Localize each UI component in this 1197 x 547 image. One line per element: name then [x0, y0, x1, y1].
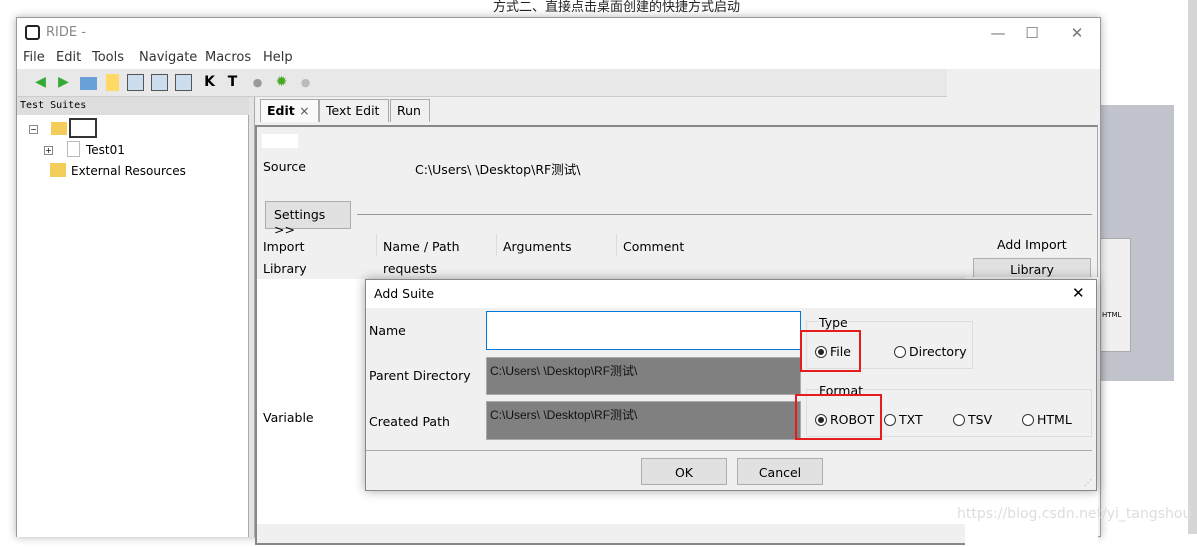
menu-tools[interactable]: Tools [92, 50, 124, 65]
cell-name[interactable]: requests [383, 261, 437, 276]
expand-icon[interactable]: + [44, 146, 53, 155]
radio-file[interactable]: File [815, 344, 851, 359]
created-path-field: C:\Users\ \Desktop\RF测试\ [486, 401, 801, 440]
radio-icon [815, 345, 827, 358]
document-text: 方式二、直接点击桌面创建的快捷方式启动 [493, 0, 741, 15]
test-search-icon[interactable]: T [224, 74, 241, 91]
variable-label: Variable [263, 410, 314, 425]
menu-edit[interactable]: Edit [56, 50, 81, 65]
table-header [257, 234, 965, 257]
parent-directory-label: Parent Directory [369, 368, 471, 383]
close-button[interactable]: ✕ [1062, 22, 1092, 44]
radio-icon [815, 413, 827, 426]
source-label: Source [263, 159, 306, 174]
open-icon[interactable] [80, 77, 97, 90]
watermark: https://blog.csdn.net/yi_tangshou [957, 506, 1192, 522]
background-dialog: HTML [1100, 238, 1131, 352]
table-row[interactable]: Library requests [257, 257, 965, 279]
folder-icon [51, 122, 67, 135]
save-all-icon[interactable] [151, 74, 168, 91]
divider [357, 214, 1092, 215]
col-name-path: Name / Path [383, 239, 460, 254]
menu-macros[interactable]: Macros [205, 50, 251, 65]
back-icon[interactable]: ◀ [32, 74, 49, 91]
tab-run[interactable]: Run [390, 99, 430, 122]
dialog-close-button[interactable]: ✕ [1072, 284, 1085, 302]
radio-label: Directory [909, 344, 967, 359]
tab-edit[interactable]: Edit × [260, 99, 319, 122]
forward-icon[interactable]: ▶ [55, 74, 72, 91]
type-label: Type [819, 315, 848, 330]
col-import: Import [263, 239, 305, 254]
file-icon [67, 141, 80, 157]
col-comment: Comment [623, 239, 685, 254]
radio-icon [894, 345, 906, 358]
close-tab-icon[interactable]: × [299, 103, 309, 118]
source-value: C:\Users\ \Desktop\RF测试\ [415, 162, 581, 177]
radio-label: TSV [968, 412, 993, 427]
radio-txt[interactable]: TXT [884, 412, 923, 427]
tree-item-test01[interactable]: Test01 [86, 143, 125, 157]
radio-label: TXT [899, 412, 923, 427]
radio-tsv[interactable]: TSV [953, 412, 992, 427]
test-suites-panel: Test Suites − + Test01 External Resource… [17, 97, 249, 537]
page-scrollbar [1188, 0, 1197, 534]
radio-directory[interactable]: Directory [894, 344, 967, 359]
ride-logo-icon [25, 25, 40, 40]
radio-icon [884, 413, 896, 426]
collapse-icon[interactable]: − [29, 125, 38, 134]
root-suite-item[interactable] [69, 118, 97, 138]
dialog-title: Add Suite [374, 286, 435, 301]
suite-name [262, 134, 298, 148]
save-icon[interactable] [127, 74, 144, 91]
panel-header: Test Suites [17, 97, 249, 115]
menu-bar: File Edit Tools Navigate Macros Help [17, 48, 1100, 69]
ok-button[interactable]: OK [641, 458, 727, 485]
keyword-search-icon[interactable]: K [201, 74, 218, 91]
title-bar: RIDE - — ☐ ✕ [17, 18, 1100, 48]
toolbar: ◀ ▶ K T ● ✹ ● [17, 69, 947, 97]
name-input[interactable] [486, 311, 801, 350]
cancel-button[interactable]: Cancel [737, 458, 823, 485]
name-label: Name [369, 323, 406, 338]
radio-label: File [830, 344, 851, 359]
run-icon[interactable]: ● [249, 74, 266, 91]
created-path-label: Created Path [369, 414, 450, 429]
tab-label: Edit [267, 103, 295, 118]
dialog-title-bar: Add Suite [366, 280, 1096, 308]
radio-icon [1022, 413, 1034, 426]
resize-grip-icon[interactable]: ⋰ [1084, 478, 1092, 487]
tree-item-external-resources[interactable]: External Resources [71, 164, 186, 178]
col-arguments: Arguments [503, 239, 572, 254]
add-import-label: Add Import [997, 237, 1067, 252]
radio-icon [953, 413, 965, 426]
add-suite-dialog: Add Suite ✕ Name Parent Directory C:\Use… [365, 279, 1097, 491]
maximize-button[interactable]: ☐ [1017, 22, 1047, 44]
parent-directory-field: C:\Users\ \Desktop\RF测试\ [486, 357, 801, 395]
menu-navigate[interactable]: Navigate [139, 50, 197, 65]
minimize-button[interactable]: — [983, 22, 1013, 44]
menu-help[interactable]: Help [263, 50, 293, 65]
bg-dialog-text: HTML [1102, 311, 1122, 319]
new-icon[interactable] [106, 74, 119, 91]
save-as-icon[interactable] [175, 74, 192, 91]
menu-file[interactable]: File [23, 50, 45, 65]
radio-html[interactable]: HTML [1022, 412, 1072, 427]
radio-label: HTML [1037, 412, 1072, 427]
external-resources-icon [50, 163, 66, 177]
debug-icon[interactable]: ✹ [273, 74, 290, 91]
divider [366, 450, 1092, 451]
tab-text-edit[interactable]: Text Edit [319, 99, 389, 122]
radio-robot[interactable]: ROBOT [815, 412, 874, 427]
window-title: RIDE - [46, 25, 86, 40]
radio-label: ROBOT [830, 412, 875, 427]
cell-import[interactable]: Library [263, 261, 307, 276]
settings-button[interactable]: Settings >> [265, 201, 351, 237]
stop-icon[interactable]: ● [297, 74, 314, 91]
